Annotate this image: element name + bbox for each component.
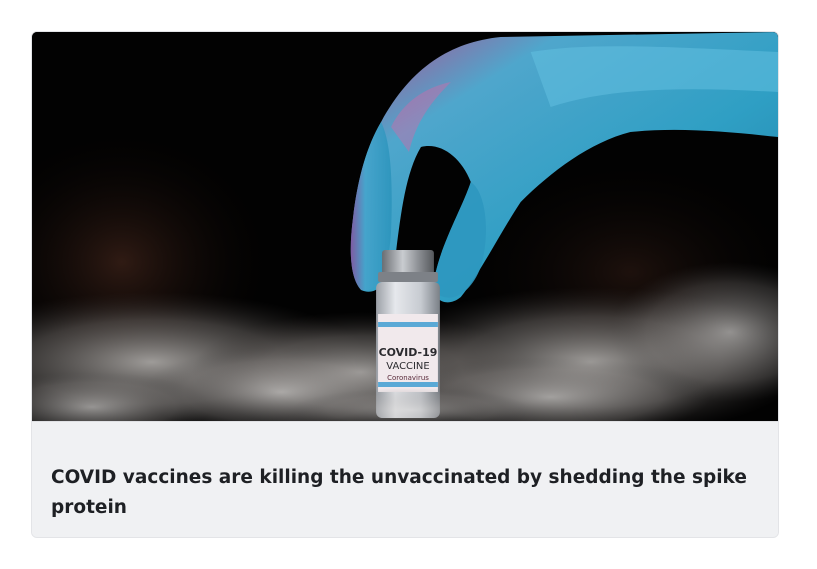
vaccine-photo: COVID-19 VACCINE Coronavirus <box>32 32 778 421</box>
vial-label-line3: Coronavirus <box>387 374 429 382</box>
card-caption: COVID vaccines are killing the unvaccina… <box>32 421 778 537</box>
article-headline[interactable]: COVID vaccines are killing the unvaccina… <box>51 463 751 523</box>
news-card[interactable]: COVID-19 VACCINE Coronavirus COVID vacci… <box>31 31 779 538</box>
vial-label-line1: COVID-19 <box>379 346 438 359</box>
vial-label-line2: VACCINE <box>386 361 429 372</box>
article-image[interactable]: COVID-19 VACCINE Coronavirus <box>32 32 778 421</box>
